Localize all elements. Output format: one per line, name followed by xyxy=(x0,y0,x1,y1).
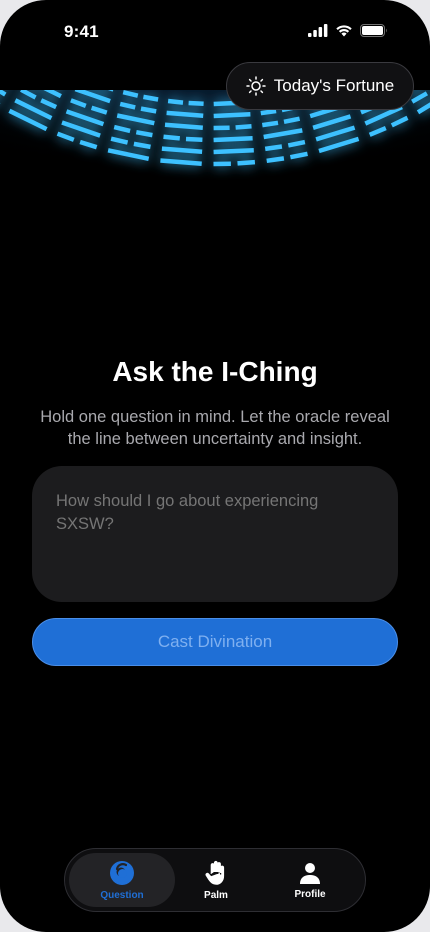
hexagram-line-segment xyxy=(260,108,277,116)
hexagram-line-segment xyxy=(133,141,151,150)
status-bar: 9:41 xyxy=(0,0,430,60)
cast-divination-button[interactable]: Cast Divination xyxy=(32,618,398,666)
hexagram-line-segment xyxy=(213,147,254,155)
tab-profile[interactable]: Profile xyxy=(265,853,355,907)
battery-icon xyxy=(360,24,387,37)
tab-palm-label: Palm xyxy=(204,889,228,901)
hexagram-line-segment xyxy=(135,129,153,138)
hand-icon xyxy=(205,860,225,885)
page-subtitle: Hold one question in mind. Let the oracl… xyxy=(40,408,390,448)
hexagram-line-segment xyxy=(261,120,279,128)
tab-bar: Question Palm Profile xyxy=(64,848,366,912)
hexagram-line-segment xyxy=(143,94,159,102)
tab-question-label: Question xyxy=(100,889,144,901)
hexagram-arc xyxy=(0,30,430,290)
hexagram-line-segment xyxy=(213,112,251,119)
status-icons xyxy=(308,24,388,37)
status-time: 9:41 xyxy=(64,22,99,41)
phone-screen: 9:41 Today's Fortune Ask the I-Ching Hol… xyxy=(0,0,430,932)
hexagram-line-segment xyxy=(140,106,157,114)
question-input[interactable] xyxy=(32,466,398,602)
hexagram-arc-graphic xyxy=(0,30,430,230)
tab-profile-label: Profile xyxy=(294,888,326,900)
tab-question[interactable]: Question xyxy=(69,853,175,907)
wifi-icon xyxy=(336,25,352,37)
tab-palm[interactable]: Palm xyxy=(173,853,259,907)
hexagram-line-segment xyxy=(166,110,204,119)
hexagram-line-segment xyxy=(235,124,252,130)
yin-yang-icon xyxy=(110,860,134,885)
hexagram-line-segment xyxy=(188,100,204,107)
hexagram-line-segment xyxy=(237,159,256,166)
hexagram-line-segment xyxy=(264,144,283,152)
page-title: Ask the I-Ching xyxy=(112,356,318,387)
todays-fortune-button[interactable]: Today's Fortune xyxy=(226,62,414,110)
signal-icon xyxy=(308,24,328,37)
hexagram-line-segment xyxy=(164,122,203,131)
cast-divination-label: Cast Divination xyxy=(157,632,273,651)
hexagram-line-segment xyxy=(266,156,285,164)
hexagram-line-segment xyxy=(283,116,301,125)
hexagram-line-segment xyxy=(163,134,181,141)
person-icon xyxy=(300,862,320,884)
hexagram-line-segment xyxy=(185,136,203,143)
hexagram-line-segment xyxy=(213,135,253,143)
sun-icon xyxy=(246,76,266,96)
todays-fortune-label: Today's Fortune xyxy=(273,76,395,95)
hexagram-line-segment xyxy=(161,146,203,155)
hexagram-line-segment xyxy=(167,98,184,105)
